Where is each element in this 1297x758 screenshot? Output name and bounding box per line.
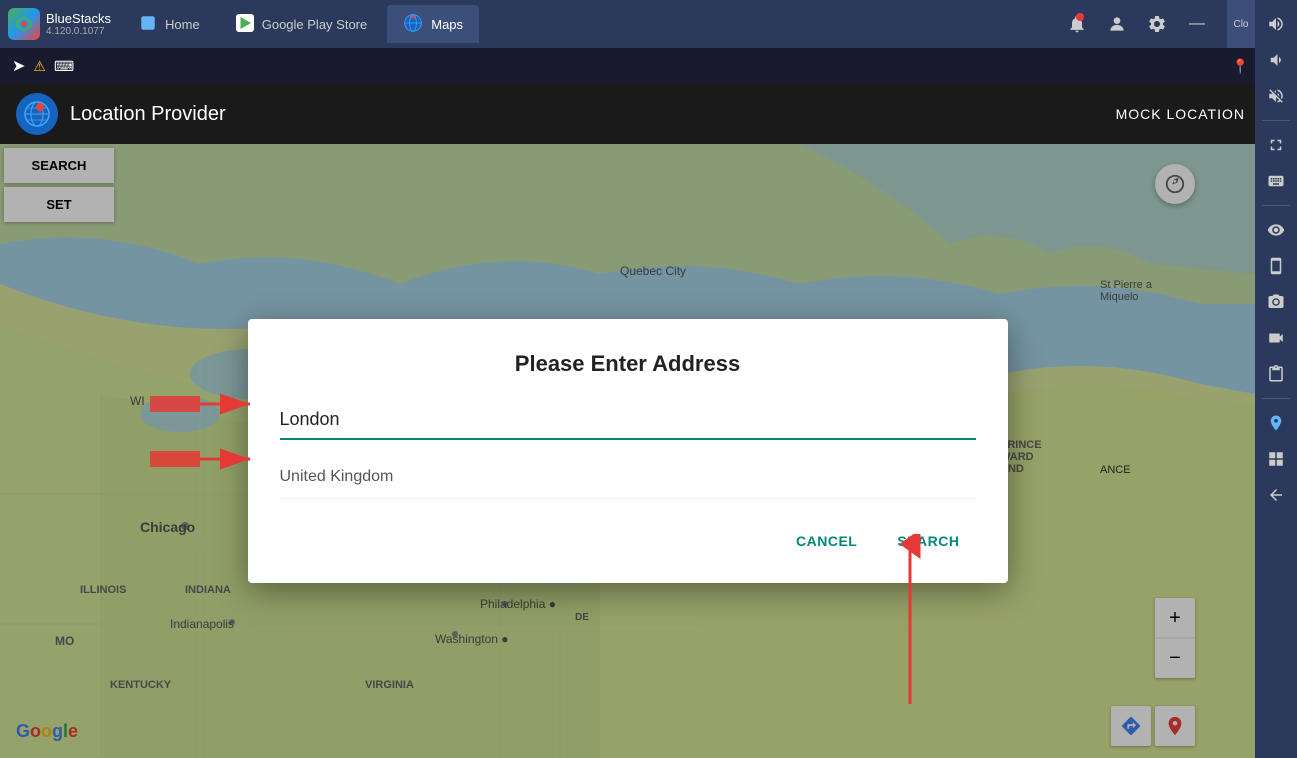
arrow-to-search-button	[880, 534, 940, 714]
sidebar-divider-2	[1262, 205, 1290, 206]
sidebar-video-icon[interactable]	[1260, 322, 1292, 354]
sidebar-volume-mute-icon[interactable]	[1260, 80, 1292, 112]
sidebar-location-icon[interactable]	[1260, 407, 1292, 439]
sidebar-camera-icon[interactable]	[1260, 286, 1292, 318]
settings-icon[interactable]	[1145, 12, 1169, 36]
maps-icon	[403, 13, 423, 36]
minimize-button[interactable]: —	[1185, 12, 1209, 36]
sidebar-fullscreen-icon[interactable]	[1260, 129, 1292, 161]
statusbar-left: ➤ ⚠ ⌨	[12, 56, 74, 76]
tab-maps-label: Maps	[431, 17, 463, 32]
location-provider-title: Location Provider	[70, 103, 226, 126]
sidebar-keyboard-icon[interactable]	[1260, 165, 1292, 197]
bluestacks-info: BlueStacks 4.120.0.1077	[46, 11, 111, 38]
app-version: 4.120.0.1077	[46, 26, 111, 37]
globe-icon	[16, 93, 58, 135]
tab-google-play-label: Google Play Store	[262, 17, 368, 32]
tab-maps[interactable]: Maps	[387, 5, 479, 43]
sidebar-volume-up-icon[interactable]	[1260, 8, 1292, 40]
home-icon	[139, 14, 157, 35]
arrow-to-input	[150, 384, 270, 424]
play-icon	[236, 14, 254, 35]
bluestacks-icon	[8, 8, 40, 40]
close-panel-tab[interactable]: Clo	[1227, 0, 1255, 48]
warning-icon: ⚠	[33, 58, 46, 75]
sidebar-divider-1	[1262, 120, 1290, 121]
arrow-to-suggestion	[150, 439, 270, 479]
tab-home[interactable]: Home	[123, 5, 216, 43]
statusbar: ➤ ⚠ ⌨ 📍 3:33	[0, 48, 1297, 84]
sidebar-volume-down-icon[interactable]	[1260, 44, 1292, 76]
dialog-title: Please Enter Address	[280, 351, 976, 377]
dialog-actions: CANCEL SEARCH	[280, 523, 976, 559]
sidebar-back-icon[interactable]	[1260, 479, 1292, 511]
bluestacks-logo: BlueStacks 4.120.0.1077	[8, 8, 111, 40]
dialog-overlay: Please Enter Address United Kingdom CANC…	[0, 144, 1255, 758]
keyboard-icon: ⌨	[54, 58, 74, 75]
sidebar-clipboard-icon[interactable]	[1260, 358, 1292, 390]
address-input[interactable]	[280, 405, 976, 440]
tab-home-label: Home	[165, 17, 200, 32]
cancel-button[interactable]: CANCEL	[780, 523, 873, 559]
sidebar-divider-3	[1262, 398, 1290, 399]
titlebar: BlueStacks 4.120.0.1077 Home Google Play…	[0, 0, 1297, 48]
location-provider-bar: Location Provider MOCK LOCATION	[0, 84, 1297, 144]
address-suggestion[interactable]: United Kingdom	[280, 456, 976, 499]
tab-google-play[interactable]: Google Play Store	[220, 5, 384, 43]
navigation-icon: ➤	[12, 56, 25, 76]
close-panel-label: Clo	[1233, 19, 1248, 30]
location-pin-icon: 📍	[1232, 58, 1249, 75]
profile-icon[interactable]	[1105, 12, 1129, 36]
sidebar-eye-icon[interactable]	[1260, 214, 1292, 246]
right-sidebar	[1255, 0, 1297, 758]
sidebar-phone-icon[interactable]	[1260, 250, 1292, 282]
sidebar-grid-icon[interactable]	[1260, 443, 1292, 475]
app-name: BlueStacks	[46, 11, 111, 27]
notification-icon[interactable]	[1065, 12, 1089, 36]
